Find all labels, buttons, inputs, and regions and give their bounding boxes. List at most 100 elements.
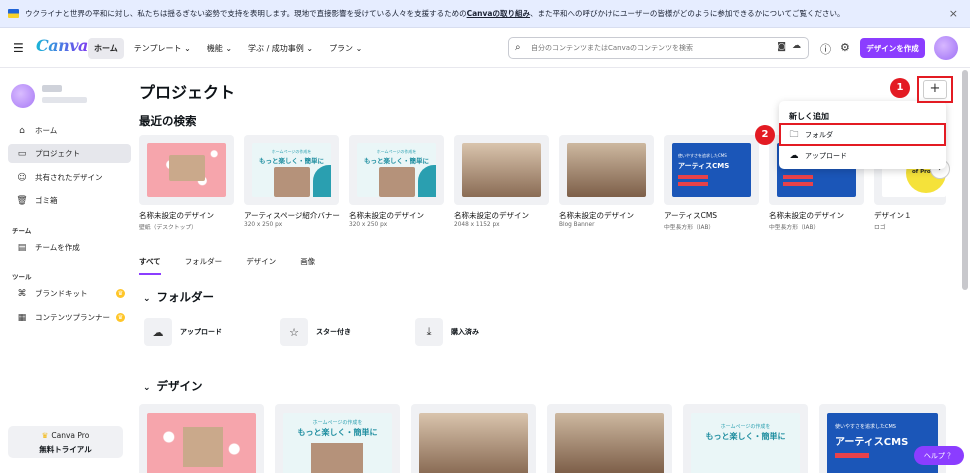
thumb-subtitle: ロゴ bbox=[874, 225, 886, 231]
design-thumb-4[interactable] bbox=[547, 404, 672, 473]
chevron-down-icon: ⌄ bbox=[143, 383, 151, 393]
design-thumb-1[interactable] bbox=[139, 404, 264, 473]
annotation-box-2 bbox=[779, 123, 946, 146]
filter-tabs: すべて フォルダー デザイン 画像 bbox=[139, 254, 339, 275]
menu-item-upload[interactable]: ☁ アップロード bbox=[783, 147, 942, 164]
thumbnail-image bbox=[567, 143, 646, 197]
help-circle-icon[interactable]: ⓘ bbox=[820, 41, 831, 57]
upload-cloud-icon[interactable]: ☁ bbox=[792, 41, 801, 51]
canva-logo[interactable]: Canva bbox=[36, 36, 88, 55]
ukraine-flag-icon bbox=[8, 9, 19, 18]
thumb-title[interactable]: アーティスページ紹介バナー bbox=[244, 210, 340, 221]
help-button[interactable]: ヘルプ ？ bbox=[914, 446, 964, 465]
folder-icon: ▭ bbox=[17, 148, 27, 159]
recent-thumb-6[interactable]: 使いやすさを追求したCMS アーティスCMS bbox=[664, 135, 759, 205]
recent-thumb-4[interactable] bbox=[454, 135, 549, 205]
dropdown-title: 新しく追加 bbox=[789, 112, 829, 121]
upload-cloud-icon: ☁ bbox=[144, 318, 172, 346]
recent-thumb-2[interactable]: ホームページの作成を もっと楽しく・簡単に bbox=[244, 135, 339, 205]
tools-heading: ツール bbox=[12, 273, 32, 281]
announcement-banner: ウクライナと世界の平和に対し、私たちは揺るぎない姿勢で支持を表明します。現地で直… bbox=[0, 0, 970, 28]
thumb-title[interactable]: 名称未設定のデザイン bbox=[454, 210, 529, 221]
crown-icon: ♛ bbox=[41, 431, 49, 440]
folder-purchased[interactable]: ⤓ 購入済み bbox=[415, 318, 479, 346]
team-heading: チーム bbox=[12, 227, 32, 235]
design-thumb-5[interactable]: ホームページの作成を もっと楽しく・簡単に bbox=[683, 404, 808, 473]
thumb-subtitle: 320 x 250 px bbox=[349, 222, 388, 228]
nav-learn[interactable]: 学ぶ / 成功事例 ⌄ bbox=[242, 38, 319, 59]
design-thumb-3[interactable] bbox=[411, 404, 536, 473]
thumbnail-image bbox=[462, 143, 541, 197]
trash-icon: 🗑 bbox=[16, 195, 28, 206]
thumb-subtitle: 320 x 250 px bbox=[244, 222, 283, 228]
page-title: プロジェクト bbox=[139, 83, 236, 102]
hamburger-menu-icon[interactable]: ☰ bbox=[13, 41, 24, 55]
nav-menu: ホーム テンプレート ⌄ 機能 ⌄ 学ぶ / 成功事例 ⌄ プラン ⌄ bbox=[88, 38, 368, 59]
search-input[interactable] bbox=[531, 44, 761, 52]
sidebar: ⌂ ホーム ▭ プロジェクト ☺ 共有されたデザイン 🗑 ゴミ箱 チーム ▤ チームを作成… bbox=[0, 68, 136, 473]
create-design-button[interactable]: デザインを作成 bbox=[860, 38, 925, 58]
user-name-blurred bbox=[42, 85, 62, 92]
thumbnail-image: ホームページの作成を もっと楽しく・簡単に bbox=[357, 143, 436, 197]
thumb-title[interactable]: 名称未設定のデザイン bbox=[139, 210, 214, 221]
recent-thumb-1[interactable] bbox=[139, 135, 234, 205]
thumbnail-image bbox=[147, 143, 226, 197]
user-subtitle-blurred bbox=[42, 97, 87, 103]
star-icon: ☆ bbox=[280, 318, 308, 346]
camera-icon[interactable]: ◙ bbox=[777, 42, 786, 52]
thumb-title[interactable]: 名称未設定のデザイン bbox=[559, 210, 634, 221]
sidebar-item-brand-kit[interactable]: ⌘ ブランドキット ♛ bbox=[8, 284, 131, 303]
recent-thumb-5[interactable] bbox=[559, 135, 654, 205]
tab-all[interactable]: すべて bbox=[139, 254, 161, 275]
close-icon[interactable]: × bbox=[949, 7, 958, 20]
calendar-icon: ▦ bbox=[17, 312, 27, 323]
folder-starred[interactable]: ☆ スター付き bbox=[280, 318, 351, 346]
nav-plans[interactable]: プラン ⌄ bbox=[323, 38, 368, 59]
sidebar-item-trash[interactable]: 🗑 ゴミ箱 bbox=[8, 191, 131, 210]
scrollbar[interactable] bbox=[962, 70, 968, 290]
gear-icon[interactable]: ⚙ bbox=[840, 41, 850, 54]
search-icon: ⌕ bbox=[515, 42, 521, 53]
thumb-subtitle: 中型長方形（IAB） bbox=[664, 225, 715, 231]
search-bar: ⌕ ◙ ☁ bbox=[508, 37, 809, 59]
tab-folders[interactable]: フォルダー bbox=[185, 254, 223, 269]
folders-section-title[interactable]: ⌄ フォルダー bbox=[143, 289, 214, 305]
crown-icon: ♛ bbox=[116, 289, 125, 298]
sidebar-item-home[interactable]: ⌂ ホーム bbox=[8, 121, 131, 140]
upload-cloud-icon: ☁ bbox=[789, 150, 799, 161]
sidebar-item-shared[interactable]: ☺ 共有されたデザイン bbox=[8, 168, 131, 187]
thumbnail-image bbox=[555, 413, 664, 473]
tab-images[interactable]: 画像 bbox=[300, 254, 315, 269]
design-thumb-2[interactable]: ホームページの作成を もっと楽しく・簡単に bbox=[275, 404, 400, 473]
download-icon: ⤓ bbox=[415, 318, 443, 346]
banner-link[interactable]: Canvaの取り組み bbox=[467, 9, 530, 18]
recent-thumb-3[interactable]: ホームページの作成を もっと楽しく・簡単に bbox=[349, 135, 444, 205]
avatar[interactable] bbox=[934, 36, 958, 60]
brand-kit-icon: ⌘ bbox=[17, 288, 27, 299]
designs-section-title[interactable]: ⌄ デザイン bbox=[143, 378, 203, 394]
annotation-box-1 bbox=[917, 76, 953, 103]
nav-templates[interactable]: テンプレート ⌄ bbox=[128, 38, 197, 59]
user-avatar[interactable] bbox=[11, 84, 35, 108]
nav-home[interactable]: ホーム bbox=[88, 38, 124, 59]
annotation-badge-2: 2 bbox=[755, 125, 775, 145]
folder-uploads[interactable]: ☁ アップロード bbox=[144, 318, 222, 346]
tab-designs[interactable]: デザイン bbox=[246, 254, 276, 269]
team-icon: ▤ bbox=[17, 242, 27, 253]
sidebar-item-content-planner[interactable]: ▦ コンテンツプランナー ♛ bbox=[8, 308, 131, 327]
thumbnail-image: ホームページの作成を もっと楽しく・簡単に bbox=[252, 143, 331, 197]
canva-pro-trial[interactable]: ♛ Canva Pro 無料トライアル bbox=[8, 426, 123, 458]
thumb-title[interactable]: デザイン１ bbox=[874, 210, 912, 221]
users-icon: ☺ bbox=[17, 172, 27, 183]
thumb-title[interactable]: アーティスCMS bbox=[664, 210, 717, 221]
nav-features[interactable]: 機能 ⌄ bbox=[201, 38, 238, 59]
banner-text: ウクライナと世界の平和に対し、私たちは揺るぎない姿勢で支持を表明します。現地で直… bbox=[25, 9, 845, 18]
thumb-title[interactable]: 名称未設定のデザイン bbox=[769, 210, 844, 221]
sidebar-item-projects[interactable]: ▭ プロジェクト bbox=[8, 144, 131, 163]
recent-searches-title: 最近の検索 bbox=[139, 114, 197, 128]
thumbnail-image: 使いやすさを追求したCMS アーティスCMS bbox=[672, 143, 751, 197]
thumb-subtitle: 2048 x 1152 px bbox=[454, 222, 500, 228]
sidebar-item-create-team[interactable]: ▤ チームを作成 bbox=[8, 238, 131, 257]
home-icon: ⌂ bbox=[19, 125, 25, 136]
thumb-title[interactable]: 名称未設定のデザイン bbox=[349, 210, 424, 221]
